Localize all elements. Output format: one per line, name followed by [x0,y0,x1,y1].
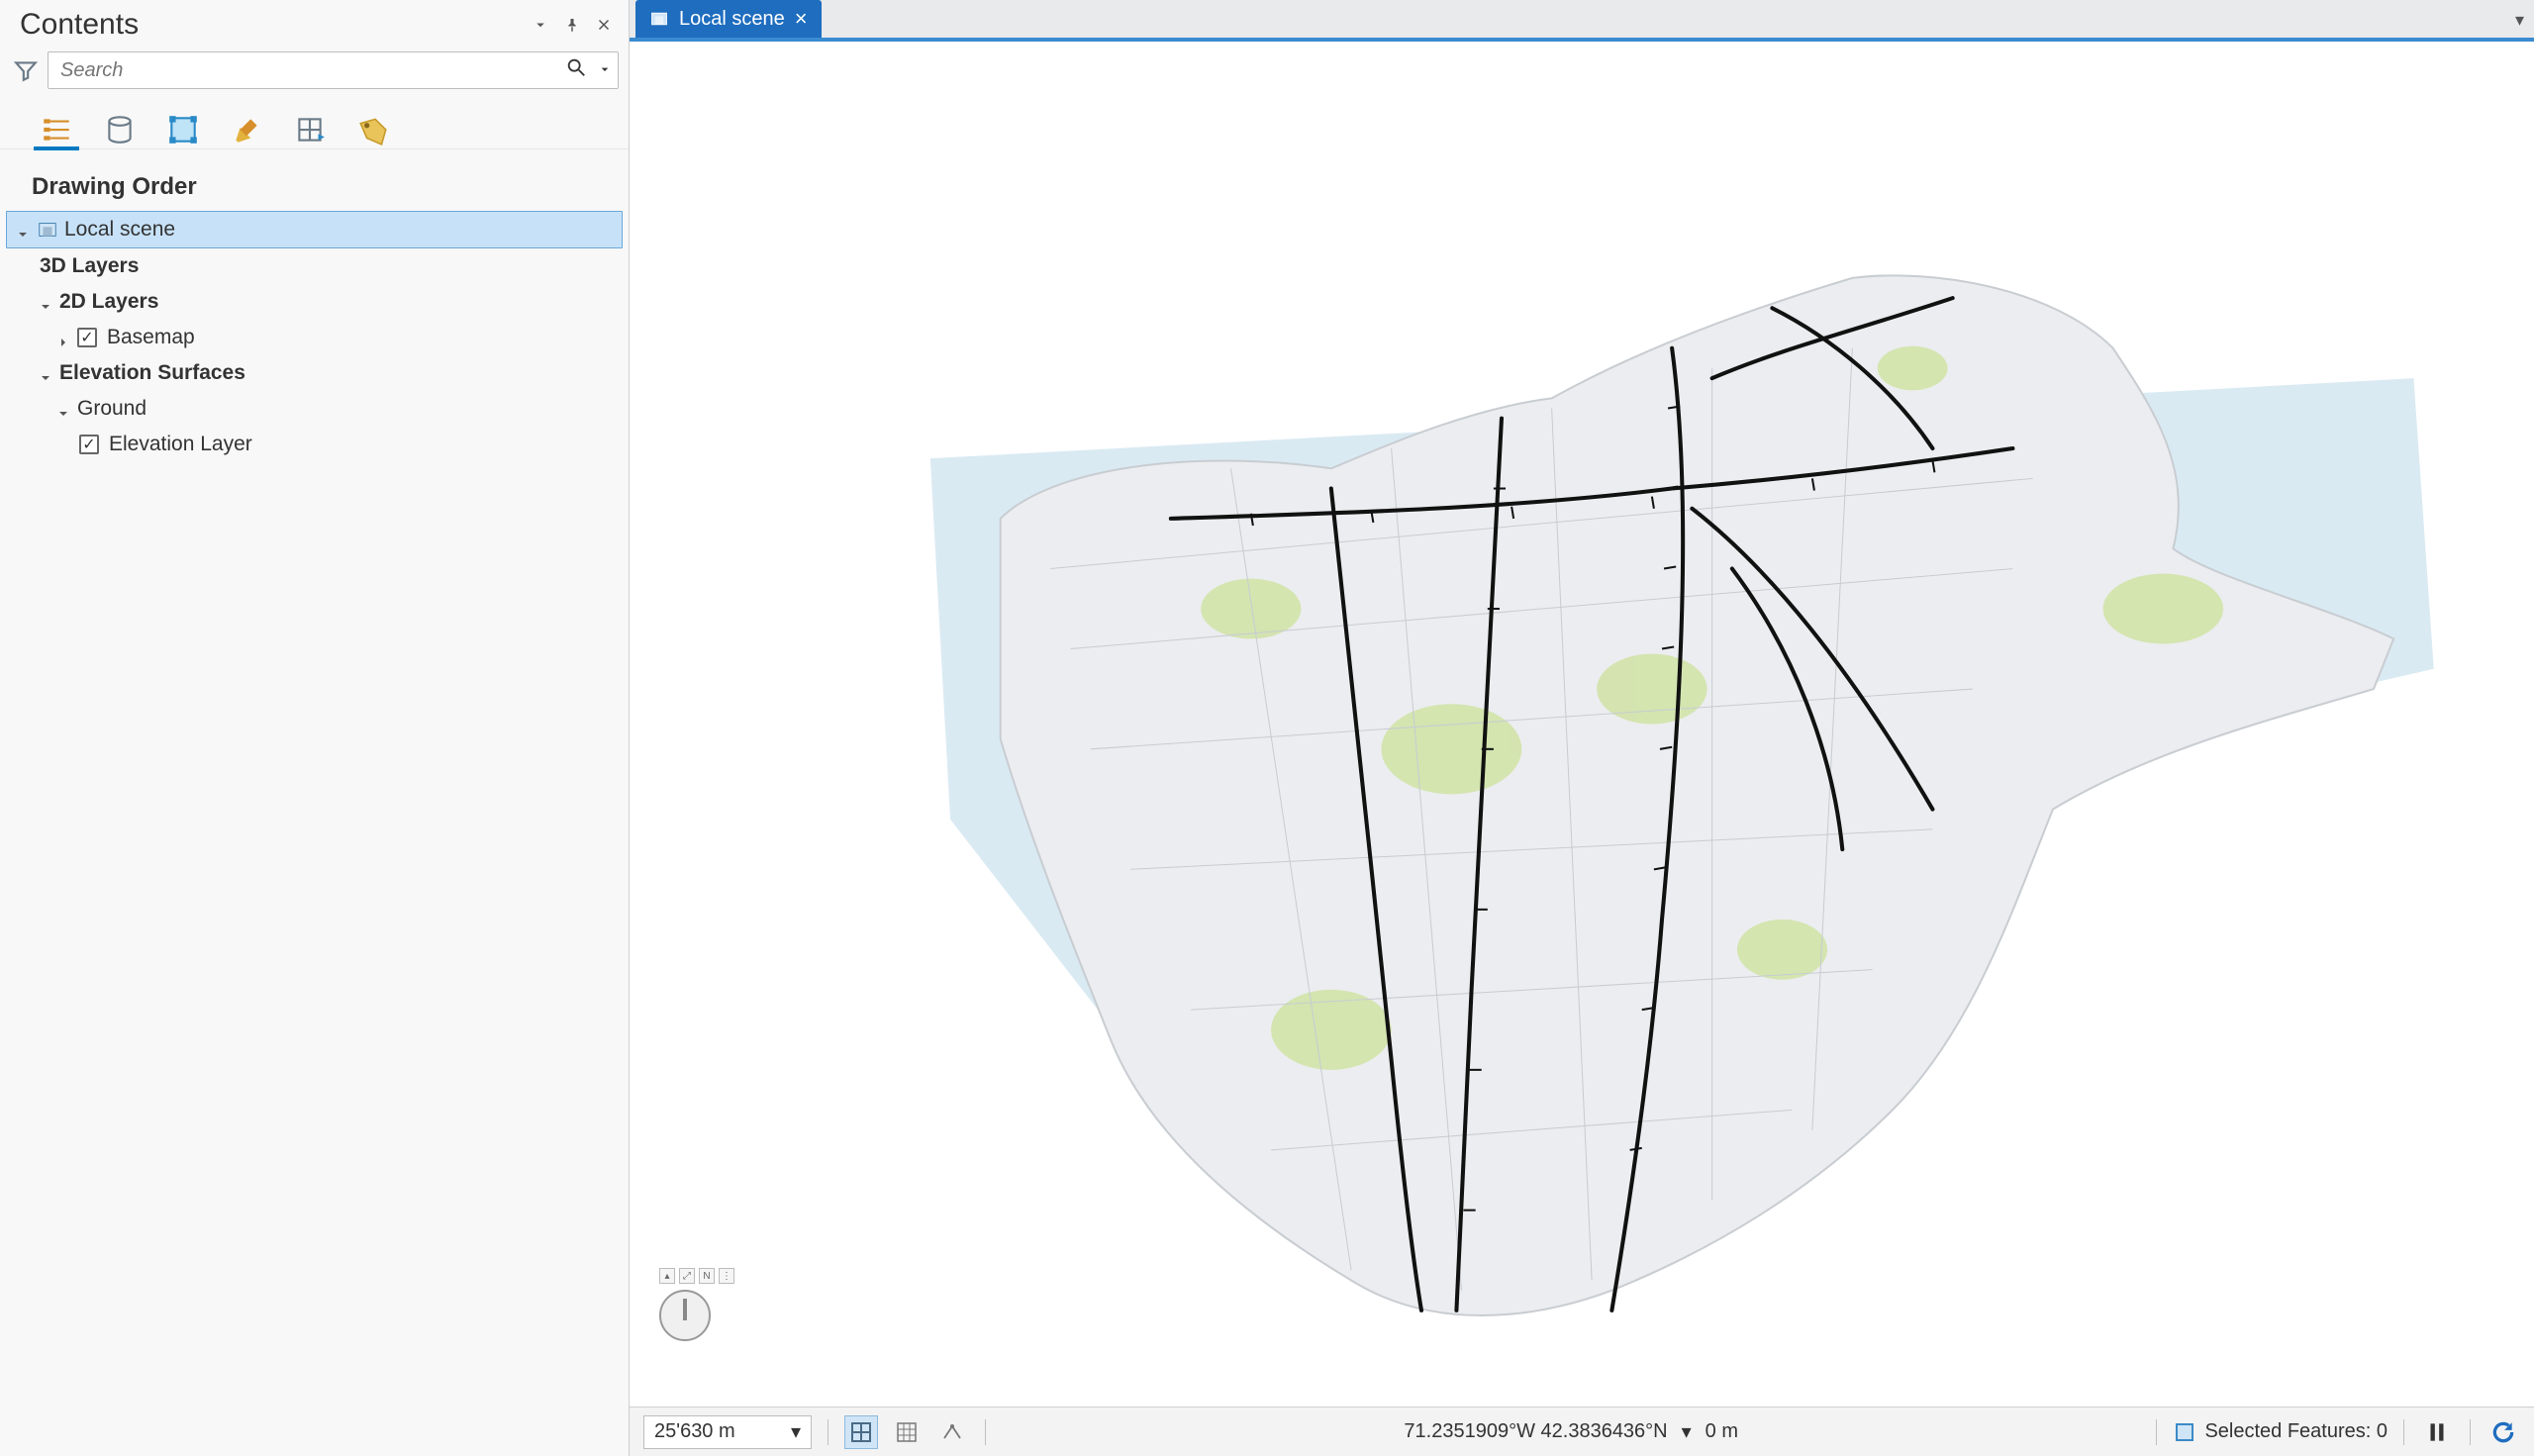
elev-surfaces-label: Elevation Surfaces [59,361,245,385]
map-canvas[interactable]: ▴ ⤢ N ⋮ [630,42,2534,1407]
pause-icon[interactable] [2420,1415,2454,1449]
expander-icon[interactable] [40,295,53,309]
map-view-pane: Local scene × ▾ [630,0,2534,1456]
tree-scene-row[interactable]: Local scene [6,211,623,248]
2d-layers-label: 2D Layers [59,290,158,314]
snapping-grid-icon[interactable] [844,1415,878,1449]
ground-label: Ground [77,397,146,421]
selected-features[interactable]: Selected Features: 0 [2173,1420,2388,1444]
expander-icon[interactable] [57,402,71,416]
search-row [0,48,629,97]
divider [2470,1419,2471,1445]
list-by-labeling-icon[interactable] [354,111,392,148]
layer-tree: Local scene 3D Layers 2D Layers ✓ Basema… [0,209,629,462]
scene-icon [37,219,58,241]
scale-value: 25'630 m [654,1420,735,1443]
contents-title: Contents [20,8,139,42]
list-by-editing-icon[interactable] [228,111,265,148]
refresh-icon[interactable] [2486,1415,2520,1449]
search-dropdown-icon[interactable] [597,57,613,83]
tree-ground-row[interactable]: Ground [6,391,623,427]
scale-select[interactable]: 25'630 m ▾ [643,1415,812,1449]
contents-header: Contents [0,0,629,48]
expander-icon[interactable] [17,223,31,237]
search-input[interactable] [48,51,619,89]
view-tab-local-scene[interactable]: Local scene × [635,0,822,38]
nav-north-icon[interactable]: N [699,1268,715,1284]
divider [985,1419,986,1445]
divider [2403,1419,2404,1445]
expander-icon[interactable] [40,366,53,380]
3d-layers-label: 3D Layers [40,254,139,278]
filter-icon[interactable] [12,56,40,84]
basemap-label: Basemap [107,326,195,349]
selected-features-label: Selected Features: 0 [2204,1420,2388,1443]
close-icon[interactable] [593,14,615,36]
tree-2d-layers-row[interactable]: 2D Layers [6,284,623,320]
basemap-checkbox[interactable]: ✓ [77,328,97,347]
divider [2156,1419,2157,1445]
scene-label: Local scene [64,218,175,242]
chevron-down-icon[interactable]: ▾ [1682,1419,1692,1444]
view-tab-label: Local scene [679,8,785,31]
expander-icon[interactable] [57,331,71,344]
chevron-down-icon: ▾ [791,1419,801,1444]
navigator-widget: ▴ ⤢ N ⋮ [659,1268,734,1341]
selection-icon [2173,1420,2196,1444]
tree-basemap-row[interactable]: ✓ Basemap [6,320,623,355]
view-tab-bar: Local scene × ▾ [630,0,2534,42]
contents-view-tabs [0,97,629,149]
chevron-down-icon[interactable] [530,14,551,36]
coordinates-readout: 71.2351909°W 42.3836436°N ▾ 0 m [1404,1419,1738,1444]
pin-icon[interactable] [561,14,583,36]
compass-icon[interactable] [659,1290,711,1341]
nav-full-icon[interactable]: ⤢ [679,1268,695,1284]
close-tab-icon[interactable]: × [795,6,808,32]
list-by-source-icon[interactable] [101,111,139,148]
view-tabs-dropdown-icon[interactable]: ▾ [2515,10,2524,31]
constraints-icon[interactable] [935,1415,969,1449]
tree-3d-layers-row[interactable]: 3D Layers [6,248,623,284]
tree-elev-surfaces-row[interactable]: Elevation Surfaces [6,355,623,391]
status-bar: 25'630 m ▾ 71.2351909°W 42.3836436°N ▾ 0… [630,1407,2534,1456]
drawing-order-title: Drawing Order [0,149,629,209]
nav-up-icon[interactable]: ▴ [659,1268,675,1284]
list-by-drawing-order-icon[interactable] [38,111,75,148]
list-by-selection-icon[interactable] [164,111,202,148]
tree-elev-layer-row[interactable]: ✓ Elevation Layer [6,427,623,462]
elev-layer-checkbox[interactable]: ✓ [79,435,99,454]
map-svg [630,42,2534,1407]
elevation-text: 0 m [1706,1420,1738,1443]
nav-more-icon[interactable]: ⋮ [719,1268,734,1284]
scene-icon [649,9,669,29]
coordinates-text: 71.2351909°W 42.3836436°N [1404,1420,1667,1443]
list-by-snapping-icon[interactable] [291,111,329,148]
grid-icon[interactable] [890,1415,924,1449]
contents-pane: Contents [0,0,630,1456]
elev-layer-label: Elevation Layer [109,433,252,456]
search-icon[interactable] [565,56,587,84]
